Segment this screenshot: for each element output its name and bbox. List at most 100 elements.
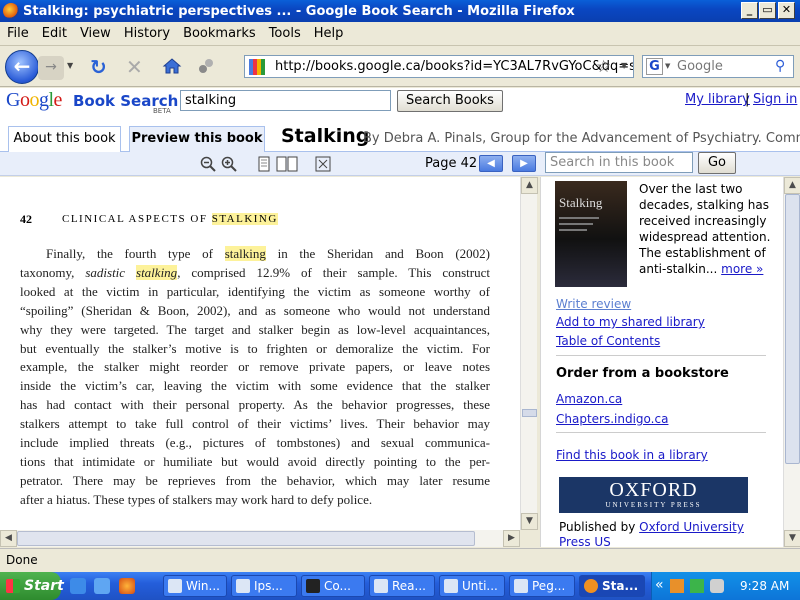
task-icon xyxy=(374,579,388,593)
find-in-library-link[interactable]: Find this book in a library xyxy=(556,448,708,462)
chapters-indigo-link[interactable]: Chapters.indigo.ca xyxy=(556,412,668,426)
tray-volume-icon[interactable] xyxy=(710,579,724,593)
window-title-bar[interactable]: Stalking: psychiatric perspectives ... -… xyxy=(0,0,800,22)
task-label: Ips... xyxy=(254,579,283,593)
next-page-button[interactable]: ▶ xyxy=(512,155,536,172)
sidebar-scroll-up-icon[interactable]: ▲ xyxy=(784,177,800,194)
task-icon xyxy=(444,579,458,593)
page-vertical-scrollbar[interactable]: ▲ ▼ xyxy=(520,177,538,530)
scroll-down-icon[interactable]: ▼ xyxy=(521,513,538,530)
cover-decoration xyxy=(559,217,599,219)
task-icon xyxy=(236,579,250,593)
two-page-icon[interactable] xyxy=(276,156,298,172)
desktop-icon[interactable] xyxy=(94,578,110,594)
tray-expand-icon[interactable]: « xyxy=(655,577,664,593)
tray-network-icon[interactable] xyxy=(690,579,704,593)
menu-view[interactable]: View xyxy=(73,26,117,41)
back-button[interactable]: ← xyxy=(5,50,39,84)
published-by: Published by Oxford University Press US xyxy=(559,520,779,547)
tab-preview-this-book[interactable]: Preview this book xyxy=(129,126,265,152)
url-dropdown-icon[interactable]: ▼ xyxy=(621,61,627,70)
zoom-out-icon[interactable] xyxy=(200,156,216,172)
task-window[interactable]: Win... xyxy=(163,575,227,597)
start-button[interactable]: Start xyxy=(0,572,64,600)
menu-history[interactable]: History xyxy=(117,26,176,41)
stop-icon[interactable]: ✕ xyxy=(126,55,143,79)
scroll-up-icon[interactable]: ▲ xyxy=(521,177,538,194)
web-search-input[interactable]: G ▼ Google ⚲ xyxy=(642,55,794,78)
my-library-link[interactable]: My library xyxy=(685,92,750,107)
oxford-logo[interactable]: OXFORD UNIVERSITY PRESS xyxy=(559,477,748,513)
text-line: Finally, the fourth type of stalking in … xyxy=(20,245,490,264)
tab-about-this-book[interactable]: About this book xyxy=(8,126,121,152)
scroll-thumb[interactable] xyxy=(522,409,537,417)
logo-letter: e xyxy=(53,89,63,111)
scroll-right-icon[interactable]: ▶ xyxy=(503,530,520,547)
url-bar[interactable]: http://books.google.ca/books?id=YC3AL7Rv… xyxy=(244,55,634,78)
engine-dropdown-icon[interactable]: ▼ xyxy=(665,56,670,77)
menu-file[interactable]: File xyxy=(0,26,35,41)
logo-letter: o xyxy=(29,89,39,111)
text-span: Finally, the fourth type of xyxy=(46,246,225,261)
ie-icon[interactable] xyxy=(70,578,86,594)
more-link[interactable]: more » xyxy=(721,262,763,276)
book-cover-image[interactable]: Stalking xyxy=(555,181,627,287)
window-title: Stalking: psychiatric perspectives ... -… xyxy=(23,3,575,19)
menu-tools[interactable]: Tools xyxy=(262,26,307,41)
desktop: Stalking: psychiatric perspectives ... -… xyxy=(0,0,800,600)
google-logo[interactable]: Google xyxy=(6,89,62,112)
add-shared-library-link[interactable]: Add to my shared library xyxy=(556,315,705,329)
firefox-quicklaunch-icon[interactable] xyxy=(119,578,135,594)
addon-icon[interactable] xyxy=(197,57,215,75)
single-page-icon[interactable] xyxy=(256,156,272,172)
system-tray: « 9:28 AM xyxy=(651,572,800,600)
fullscreen-icon[interactable] xyxy=(315,156,331,172)
write-review-link[interactable]: Write review xyxy=(556,297,631,311)
home-icon[interactable] xyxy=(162,57,182,75)
task-window[interactable]: Unti... xyxy=(439,575,505,597)
amazon-link[interactable]: Amazon.ca xyxy=(556,392,622,406)
windows-taskbar: Start Win... Ips... Co... Rea... Unti...… xyxy=(0,572,800,600)
close-button[interactable]: ✕ xyxy=(778,2,795,19)
maximize-button[interactable]: ▭ xyxy=(759,2,776,19)
tray-app-icon[interactable] xyxy=(670,579,684,593)
zoom-in-icon[interactable] xyxy=(221,156,237,172)
horizontal-scroll-thumb[interactable] xyxy=(17,531,475,546)
scroll-left-icon[interactable]: ◀ xyxy=(0,530,17,547)
table-of-contents-link[interactable]: Table of Contents xyxy=(556,334,660,348)
previous-page-button[interactable]: ◀ xyxy=(479,155,503,172)
page-number-label: Page 42 xyxy=(425,156,478,171)
task-label: Win... xyxy=(186,579,220,593)
reload-icon[interactable]: ↻ xyxy=(90,55,107,79)
cover-decoration xyxy=(559,229,587,231)
task-window[interactable]: Peg... xyxy=(509,575,575,597)
forward-button[interactable]: → xyxy=(38,56,64,80)
search-books-button[interactable]: Search Books xyxy=(397,90,503,112)
task-label: Unti... xyxy=(462,579,498,593)
task-icon xyxy=(584,579,598,593)
menu-bookmarks[interactable]: Bookmarks xyxy=(176,26,262,41)
menu-edit[interactable]: Edit xyxy=(35,26,73,41)
text-line: inside the victim’s car, leaving the vic… xyxy=(20,378,490,394)
history-dropdown-icon[interactable]: ▼ xyxy=(67,61,73,70)
bookmark-star-icon[interactable]: ☆ xyxy=(596,57,611,77)
task-window[interactable]: Rea... xyxy=(369,575,435,597)
search-engine-icon[interactable]: G xyxy=(646,58,663,75)
minimize-button[interactable]: _ xyxy=(741,2,758,19)
magnifier-icon[interactable]: ⚲ xyxy=(775,56,785,77)
sidebar-scroll-down-icon[interactable]: ▼ xyxy=(784,530,800,547)
search-in-book-input[interactable]: Search in this book xyxy=(545,152,693,173)
go-button[interactable]: Go xyxy=(698,152,736,174)
task-window[interactable]: Ips... xyxy=(231,575,297,597)
menu-help[interactable]: Help xyxy=(307,26,350,41)
page-horizontal-scrollbar[interactable]: ◀ ▶ xyxy=(0,530,520,547)
task-window[interactable]: Co... xyxy=(301,575,365,597)
sidebar-scroll-thumb[interactable] xyxy=(785,194,800,464)
book-search-input[interactable]: stalking xyxy=(180,90,391,111)
text-span: , comprised 12.9% of their sample. This … xyxy=(177,264,490,280)
book-info-sidebar: Stalking Over the last two decades, stal… xyxy=(540,177,783,547)
task-window-active[interactable]: Sta... xyxy=(579,575,645,597)
italic-text: sadistic xyxy=(85,264,137,280)
sidebar-vertical-scrollbar[interactable]: ▲ ▼ xyxy=(783,177,800,547)
sign-in-link[interactable]: Sign in xyxy=(753,92,797,107)
